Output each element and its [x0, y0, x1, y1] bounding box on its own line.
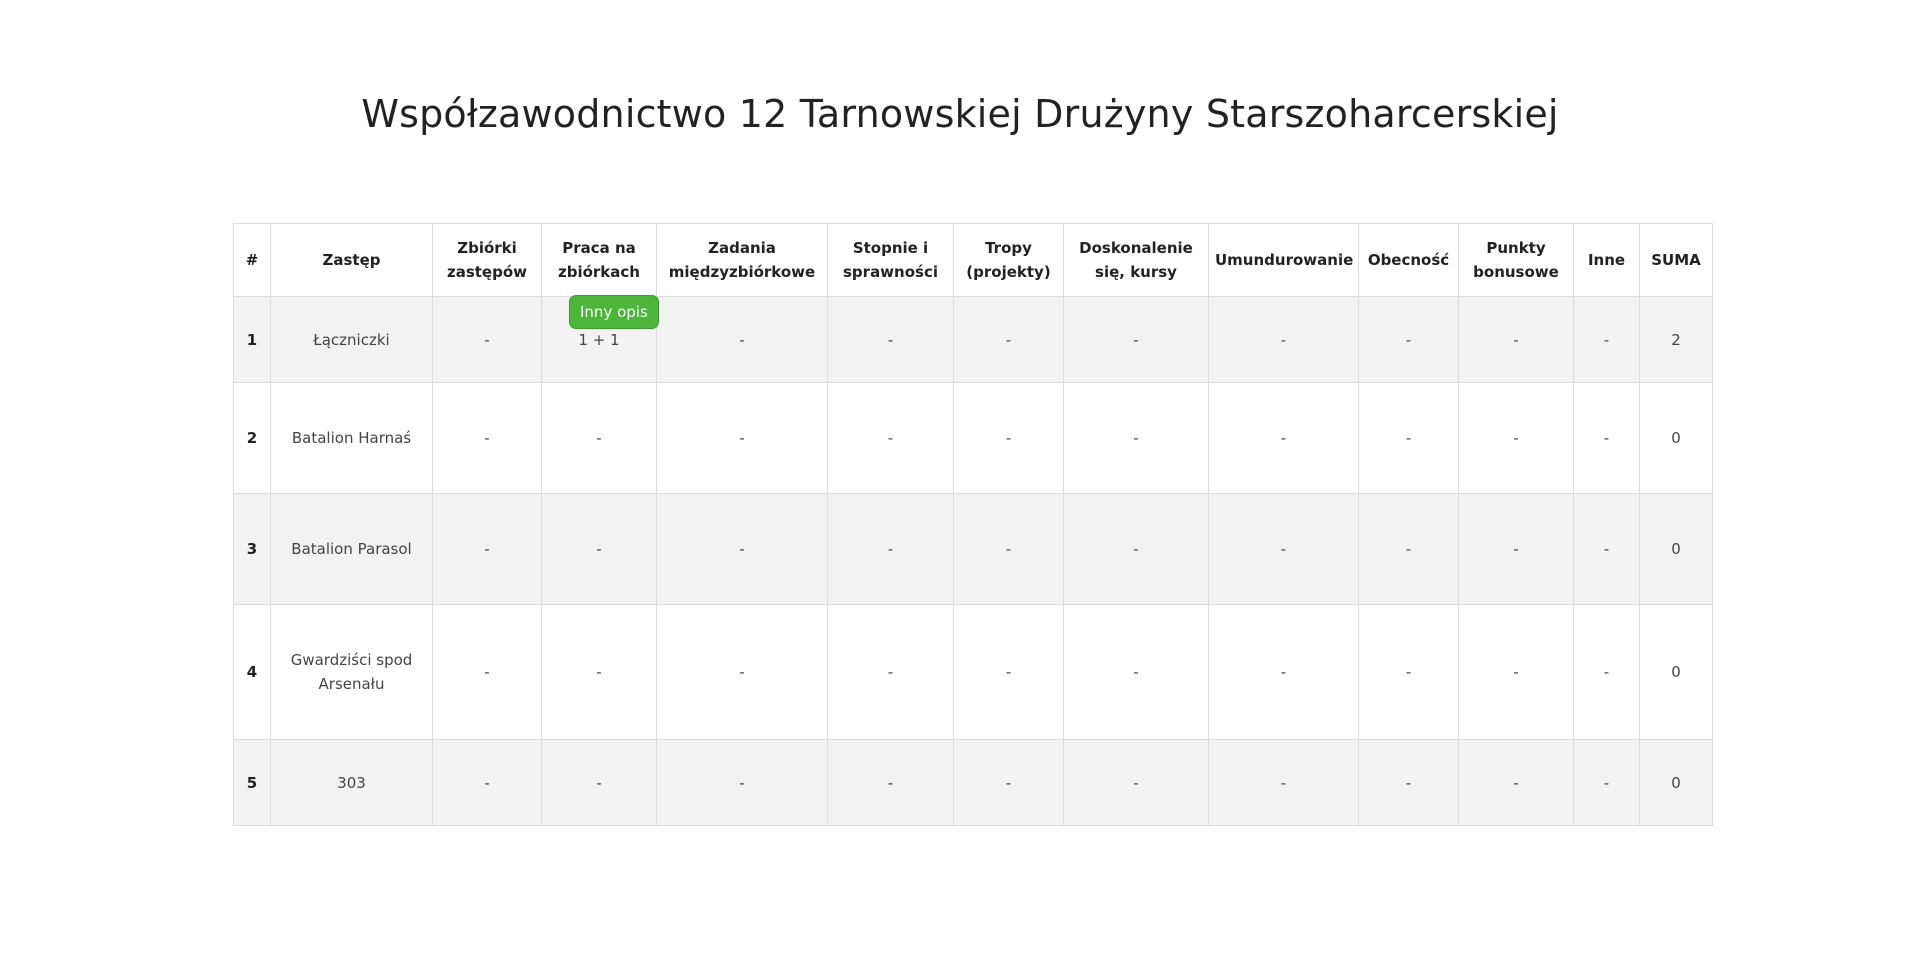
- table-row: 4 Gwardziści spod Arsenału - - - - - - -…: [233, 604, 1713, 740]
- scores-table: # Zastęp Zbiórki zastępów Praca na zbiór…: [233, 223, 1713, 826]
- score-cell[interactable]: -: [656, 493, 828, 605]
- score-cell[interactable]: -: [953, 739, 1064, 826]
- column-header-inne: Inne: [1573, 223, 1640, 297]
- score-cell[interactable]: -: [432, 493, 542, 605]
- score-cell[interactable]: -: [953, 604, 1064, 740]
- score-cell[interactable]: -: [1458, 296, 1574, 383]
- score-cell[interactable]: -: [1063, 493, 1209, 605]
- table-row: 3 Batalion Parasol - - - - - - - - - - 0: [233, 493, 1713, 605]
- score-tooltip: Inny opis: [569, 295, 659, 329]
- row-zastep-name: Batalion Parasol: [270, 493, 433, 605]
- score-cell[interactable]: -: [1063, 382, 1209, 494]
- column-header-umundurowanie: Umundurowanie: [1208, 223, 1359, 297]
- column-header-index: #: [233, 223, 271, 297]
- column-header-tropy: Tropy (projekty): [953, 223, 1064, 297]
- score-cell[interactable]: -: [1458, 493, 1574, 605]
- score-cell[interactable]: -: [827, 493, 954, 605]
- table-row: 2 Batalion Harnaś - - - - - - - - - - 0: [233, 382, 1713, 494]
- score-cell[interactable]: -: [1063, 739, 1209, 826]
- row-zastep-name: Łączniczki: [270, 296, 433, 383]
- row-sum: 0: [1639, 493, 1713, 605]
- score-cell[interactable]: -: [1208, 382, 1359, 494]
- score-cell[interactable]: -: [1573, 296, 1640, 383]
- row-sum: 2: [1639, 296, 1713, 383]
- score-cell[interactable]: -: [656, 604, 828, 740]
- column-header-obecnosc: Obecność: [1358, 223, 1459, 297]
- score-cell-with-tooltip[interactable]: Inny opis 1 + 1: [541, 295, 659, 383]
- score-cell[interactable]: -: [541, 382, 657, 494]
- score-cell[interactable]: -: [827, 739, 954, 826]
- page-title: Współzawodnictwo 12 Tarnowskiej Drużyny …: [361, 92, 1559, 136]
- score-cell[interactable]: -: [953, 296, 1064, 383]
- scores-table-container: # Zastęp Zbiórki zastępów Praca na zbiór…: [233, 223, 1713, 826]
- score-cell[interactable]: -: [953, 382, 1064, 494]
- score-cell[interactable]: -: [1208, 493, 1359, 605]
- score-cell[interactable]: -: [1573, 739, 1640, 826]
- score-cell[interactable]: -: [1358, 296, 1459, 383]
- row-sum: 0: [1639, 739, 1713, 826]
- column-header-doskonalenie: Doskonalenie się, kursy: [1063, 223, 1209, 297]
- column-header-zadania-miedzyzbiorkowe: Zadania międzyzbiórkowe: [656, 223, 828, 297]
- score-cell[interactable]: -: [1208, 296, 1359, 383]
- row-sum: 0: [1639, 382, 1713, 494]
- score-cell[interactable]: -: [1458, 604, 1574, 740]
- column-header-zbiorki-zastepow: Zbiórki zastępów: [432, 223, 542, 297]
- score-cell[interactable]: -: [1458, 382, 1574, 494]
- score-cell[interactable]: -: [541, 493, 657, 605]
- score-cell[interactable]: -: [1358, 739, 1459, 826]
- score-cell[interactable]: -: [1208, 604, 1359, 740]
- score-cell[interactable]: -: [827, 604, 954, 740]
- column-header-suma: SUMA: [1639, 223, 1713, 297]
- row-index: 3: [233, 493, 271, 605]
- row-index: 4: [233, 604, 271, 740]
- score-cell[interactable]: -: [656, 739, 828, 826]
- score-cell[interactable]: -: [1358, 493, 1459, 605]
- score-cell[interactable]: -: [827, 296, 954, 383]
- score-cell[interactable]: -: [1573, 493, 1640, 605]
- score-cell[interactable]: -: [432, 604, 542, 740]
- score-cell[interactable]: -: [1208, 739, 1359, 826]
- score-cell[interactable]: -: [1063, 296, 1209, 383]
- score-cell[interactable]: -: [953, 493, 1064, 605]
- score-cell[interactable]: -: [656, 382, 828, 494]
- column-header-zastep: Zastęp: [270, 223, 433, 297]
- score-cell[interactable]: -: [1573, 382, 1640, 494]
- score-cell[interactable]: -: [1358, 604, 1459, 740]
- row-zastep-name: Batalion Harnaś: [270, 382, 433, 494]
- row-sum: 0: [1639, 604, 1713, 740]
- row-index: 5: [233, 739, 271, 826]
- score-cell[interactable]: -: [656, 296, 828, 383]
- score-cell[interactable]: -: [1573, 604, 1640, 740]
- table-header-row: # Zastęp Zbiórki zastępów Praca na zbiór…: [233, 223, 1713, 297]
- score-value[interactable]: 1 + 1: [578, 331, 619, 349]
- row-index: 1: [233, 296, 271, 383]
- column-header-stopnie-i-sprawnosci: Stopnie i sprawności: [827, 223, 954, 297]
- score-cell[interactable]: -: [541, 604, 657, 740]
- score-cell[interactable]: -: [432, 739, 542, 826]
- row-zastep-name: 303: [270, 739, 433, 826]
- column-header-praca-na-zbiorkach: Praca na zbiórkach: [541, 223, 657, 297]
- table-row: 5 303 - - - - - - - - - - 0: [233, 739, 1713, 826]
- score-cell[interactable]: -: [541, 739, 657, 826]
- score-cell[interactable]: -: [432, 382, 542, 494]
- column-header-punkty-bonusowe: Punkty bonusowe: [1458, 223, 1574, 297]
- score-cell[interactable]: -: [1358, 382, 1459, 494]
- table-row: 1 Łączniczki - Inny opis 1 + 1 - - - - -…: [233, 295, 1713, 383]
- score-cell[interactable]: -: [827, 382, 954, 494]
- score-cell[interactable]: -: [432, 296, 542, 383]
- row-zastep-name: Gwardziści spod Arsenału: [270, 604, 433, 740]
- row-index: 2: [233, 382, 271, 494]
- score-cell[interactable]: -: [1458, 739, 1574, 826]
- score-cell[interactable]: -: [1063, 604, 1209, 740]
